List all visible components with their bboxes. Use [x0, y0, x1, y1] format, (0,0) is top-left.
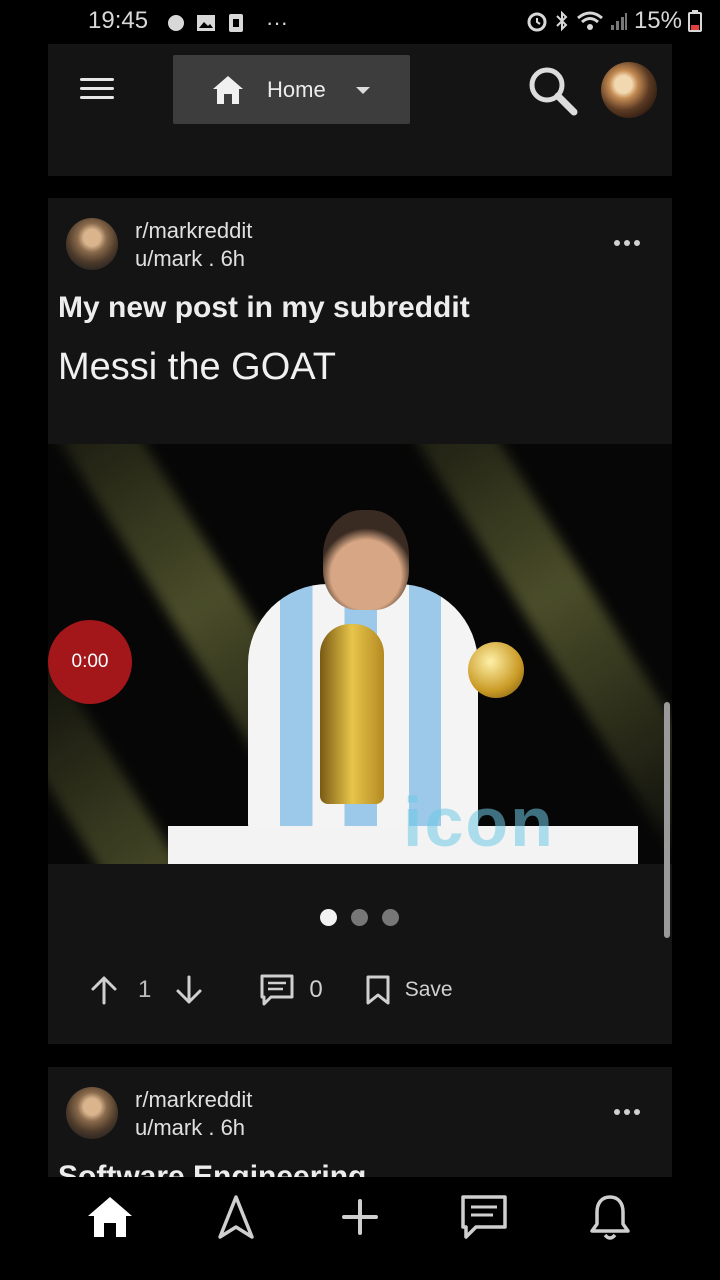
post-title: My new post in my subreddit	[58, 291, 470, 324]
nav-notifications[interactable]	[582, 1189, 638, 1245]
media-player-head	[323, 510, 409, 610]
carousel-dot[interactable]	[382, 909, 399, 926]
post-card[interactable]: r/markreddit u/mark . 6h My new post in …	[48, 198, 672, 1044]
nav-chat[interactable]	[456, 1189, 512, 1245]
video-timer[interactable]: 0:00	[48, 620, 132, 704]
chat-icon	[461, 1195, 507, 1239]
post-author-avatar[interactable]	[66, 218, 118, 270]
record-dot-icon	[168, 15, 184, 31]
feed-selector-dropdown[interactable]: Home	[173, 55, 410, 124]
navigation-arrow-icon	[218, 1195, 254, 1239]
nav-home[interactable]	[82, 1189, 138, 1245]
signal-icon	[610, 13, 627, 30]
bottom-navigation	[0, 1177, 720, 1280]
post-meta: r/markreddit u/mark . 6h	[135, 1086, 252, 1142]
subreddit-name[interactable]: r/markreddit	[135, 217, 252, 245]
media-golden-ball	[468, 642, 524, 698]
sim-card-icon	[229, 14, 243, 32]
upvote-icon[interactable]	[88, 974, 120, 1006]
nav-explore[interactable]	[208, 1189, 264, 1245]
wifi-icon	[576, 11, 603, 30]
status-left-icons: ···	[168, 10, 288, 36]
bell-icon	[590, 1195, 630, 1240]
scrollbar[interactable]	[664, 702, 670, 938]
feed-selector-label: Home	[267, 77, 326, 102]
bluetooth-icon	[556, 10, 568, 32]
status-right-icons: 15%	[526, 7, 702, 35]
post-meta: r/markreddit u/mark . 6h	[135, 217, 252, 273]
status-ellipsis: ···	[266, 10, 288, 35]
nav-create[interactable]	[332, 1189, 388, 1245]
comment-icon[interactable]	[259, 973, 295, 1007]
battery-percent: 15%	[633, 7, 682, 34]
media-watermark: icon	[403, 783, 555, 861]
media-trophy	[320, 624, 384, 804]
hamburger-menu-icon[interactable]	[80, 78, 114, 104]
vote-score: 1	[138, 976, 152, 1003]
post-media[interactable]: icon 0:00	[48, 444, 672, 864]
save-button[interactable]: Save	[405, 978, 453, 1002]
carousel-dot[interactable]	[351, 909, 368, 926]
user-avatar[interactable]	[601, 62, 657, 118]
alarm-icon	[527, 12, 547, 32]
subreddit-name[interactable]: r/markreddit	[135, 1086, 252, 1114]
post-card[interactable]: r/markreddit u/mark . 6h Software Engine…	[48, 1067, 672, 1177]
post-author-time[interactable]: u/mark . 6h	[135, 1114, 252, 1142]
post-author-time[interactable]: u/mark . 6h	[135, 245, 252, 273]
downvote-icon[interactable]	[173, 974, 205, 1006]
plus-icon	[342, 1199, 378, 1235]
status-bar: 19:45 ··· 15%	[0, 0, 720, 44]
comment-count[interactable]: 0	[309, 976, 322, 1004]
carousel-indicator	[320, 909, 399, 926]
search-icon[interactable]	[526, 64, 580, 118]
post-body: Messi the GOAT	[58, 346, 337, 388]
more-options-icon[interactable]	[614, 1109, 640, 1115]
image-icon	[197, 15, 215, 31]
carousel-dot[interactable]	[320, 909, 337, 926]
post-title: Software Engineering	[58, 1160, 367, 1177]
app-header: Home	[48, 44, 672, 176]
post-author-avatar[interactable]	[66, 1087, 118, 1139]
home-icon	[88, 1197, 132, 1237]
post-actions: 1 0 Save	[88, 972, 453, 1008]
status-time: 19:45	[88, 7, 149, 34]
more-options-icon[interactable]	[614, 240, 640, 246]
home-icon	[213, 76, 243, 104]
battery-icon	[688, 10, 702, 32]
bookmark-icon[interactable]	[365, 974, 391, 1006]
chevron-down-icon	[356, 87, 370, 94]
